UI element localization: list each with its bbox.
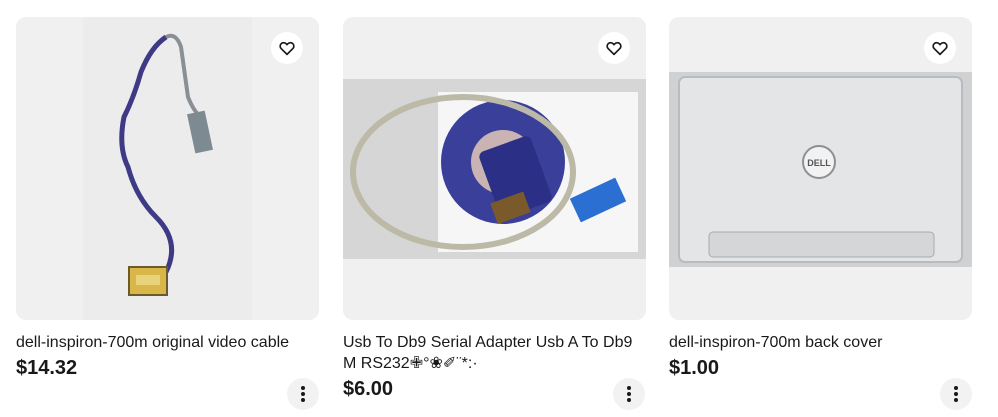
listing-image-container[interactable] bbox=[343, 17, 646, 320]
vertical-ellipsis-icon bbox=[301, 386, 305, 402]
listing-image[interactable] bbox=[343, 17, 646, 320]
listing-image-container[interactable] bbox=[16, 17, 319, 320]
listing-card[interactable]: dell-inspiron-700m original video cable … bbox=[16, 17, 319, 380]
save-listing-button[interactable] bbox=[271, 32, 303, 64]
listing-image[interactable] bbox=[16, 17, 319, 320]
listing-title[interactable]: dell-inspiron-700m original video cable bbox=[16, 332, 319, 353]
save-listing-button[interactable] bbox=[924, 32, 956, 64]
listing-card[interactable]: DELL dell-inspiron-700m back cover $1.00 bbox=[669, 17, 972, 380]
save-listing-button[interactable] bbox=[598, 32, 630, 64]
listing-price: $1.00 bbox=[669, 357, 720, 379]
listing-image[interactable]: DELL bbox=[669, 17, 972, 320]
vertical-ellipsis-icon bbox=[954, 386, 958, 402]
heart-outline-icon bbox=[606, 41, 622, 56]
heart-outline-icon bbox=[932, 41, 948, 56]
listing-price: $14.32 bbox=[16, 357, 78, 379]
listing-image-container[interactable]: DELL bbox=[669, 17, 972, 320]
more-options-button[interactable] bbox=[613, 378, 645, 410]
vertical-ellipsis-icon bbox=[627, 386, 631, 402]
listing-title[interactable]: dell-inspiron-700m back cover bbox=[669, 332, 972, 353]
svg-text:DELL: DELL bbox=[807, 158, 831, 168]
listing-card[interactable]: Usb To Db9 Serial Adapter Usb A To Db9 M… bbox=[343, 17, 646, 401]
listing-price: $6.00 bbox=[343, 378, 394, 400]
more-options-button[interactable] bbox=[287, 378, 319, 410]
more-options-button[interactable] bbox=[940, 378, 972, 410]
listing-title[interactable]: Usb To Db9 Serial Adapter Usb A To Db9 M… bbox=[343, 332, 646, 374]
heart-outline-icon bbox=[279, 41, 295, 56]
